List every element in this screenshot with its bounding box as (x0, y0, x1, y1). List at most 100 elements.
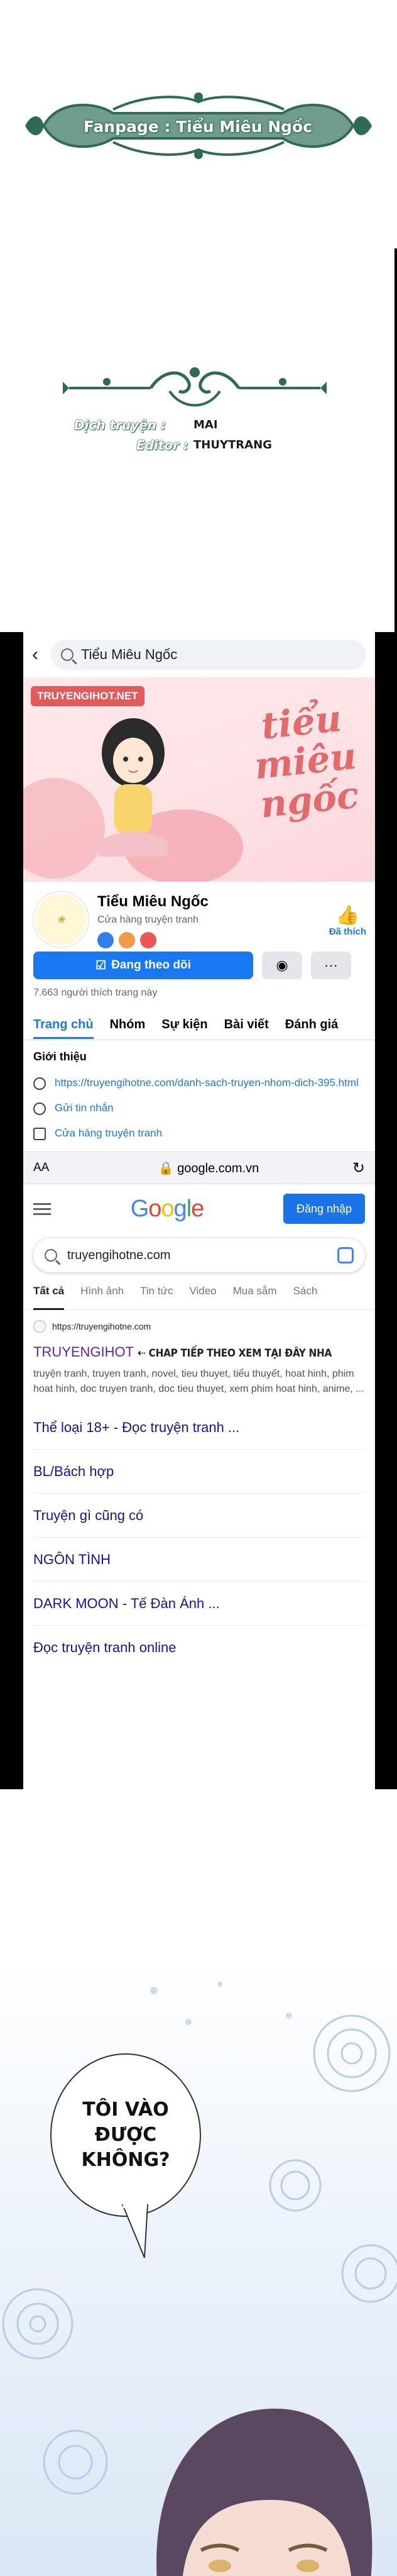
tab-images[interactable]: Hình ảnh (80, 1285, 124, 1309)
back-arrow-icon[interactable]: ‹ (32, 644, 51, 665)
google-search-box[interactable]: truyengihotne.com (33, 1238, 365, 1272)
sitelink[interactable]: NGÔN TÌNH (33, 1538, 365, 1582)
google-tabs: Tất cả Hình ảnh Tin tức Video Mua sắm Sá… (23, 1285, 375, 1310)
messenger-button[interactable]: ◉ (262, 952, 302, 979)
bubble-line3: KHÔNG? (81, 2149, 170, 2171)
shop-icon (33, 1128, 46, 1140)
fanpage-banner: Fanpage : Tiểu Miêu Ngốc (19, 88, 378, 164)
editor-value: THUYTRANG (193, 438, 272, 452)
google-logo: Google (130, 1195, 205, 1222)
tab-reviews[interactable]: Đánh giá (285, 1018, 338, 1032)
fb-topbar: ‹ Tiểu Miêu Ngốc (23, 632, 375, 677)
tab-home[interactable]: Trang chủ (33, 1018, 94, 1039)
intro-category[interactable]: Cửa hàng truyện tranh (55, 1126, 162, 1140)
star-badge-icon[interactable] (140, 932, 156, 948)
result-description: truyện tranh, truyen tranh, novel, tieu … (33, 1368, 364, 1394)
sitelink[interactable]: Đọc truyện tranh online (33, 1626, 365, 1670)
tab-news[interactable]: Tin tức (140, 1285, 173, 1309)
following-button[interactable]: ☑ Đang theo dõi (33, 952, 253, 979)
tab-all[interactable]: Tất cả (33, 1285, 65, 1310)
menu-icon[interactable] (33, 1200, 51, 1218)
bubble-line1: TÔI VÀO (82, 2099, 169, 2121)
signin-button[interactable]: Đăng nhập (283, 1194, 365, 1224)
tab-posts[interactable]: Bài viết (224, 1018, 269, 1032)
messenger-icon (33, 1102, 46, 1115)
messenger-badge-icon[interactable] (97, 932, 114, 948)
shop-badge-icon[interactable] (119, 932, 135, 948)
bubble-line2: ĐƯỢC (94, 2124, 157, 2146)
speech-bubble-tail (121, 2204, 149, 2258)
cover-title-line3: ngốc (258, 773, 361, 826)
browser-address-bar: AA 🔒 google.com.vn ↻ (23, 1152, 375, 1184)
google-search-value: truyengihotne.com (67, 1248, 171, 1262)
phone-screenshot: ‹ Tiểu Miêu Ngốc TRUYENGIHOT.NET tiểu mi… (0, 632, 397, 1789)
search-icon (45, 1249, 57, 1262)
following-label: Đang theo dõi (111, 958, 191, 972)
result-title-row[interactable]: TRUYENGIHOT ⇠ CHAP TIẾP THEO XEM TẠI ĐÂY… (33, 1344, 365, 1360)
translator-value: MAI (193, 418, 218, 431)
intro-link[interactable]: https://truyengihotne.com/danh-sach-truy… (55, 1076, 359, 1090)
more-button[interactable]: ··· (311, 952, 351, 979)
tab-books[interactable]: Sách (293, 1285, 318, 1309)
address-url: google.com.vn (177, 1161, 259, 1175)
cover-character-illustration (99, 718, 168, 857)
result-site-url: https://truyengihotne.com (52, 1321, 151, 1331)
character-illustration (156, 2408, 373, 2576)
fb-search-value: Tiểu Miêu Ngốc (81, 647, 178, 662)
badge-row (97, 932, 365, 948)
reload-icon[interactable]: ↻ (346, 1159, 365, 1177)
editor-row: Editor : THUYTRANG (74, 435, 272, 455)
search-result: https://truyengihotne.com TRUYENGIHOT ⇠ … (23, 1310, 375, 1397)
tab-events[interactable]: Sự kiện (161, 1018, 207, 1032)
lens-camera-icon[interactable] (337, 1247, 354, 1263)
intro-category-row[interactable]: Cửa hàng truyện tranh (33, 1126, 365, 1140)
favicon-icon (33, 1320, 46, 1333)
result-site[interactable]: https://truyengihotne.com (33, 1320, 365, 1333)
intro-heading: Giới thiệu (33, 1050, 87, 1063)
intro-message-row[interactable]: Gửi tin nhắn (33, 1101, 365, 1115)
more-dots-icon: ··· (324, 957, 338, 973)
messenger-icon: ◉ (276, 957, 288, 973)
page-actions: ☑ Đang theo dõi ◉ ··· (23, 947, 375, 984)
result-title-note: ⇠ CHAP TIẾP THEO XEM TẠI ĐÂY NHA (138, 1347, 332, 1360)
sitelink[interactable]: Thể loại 18+ - Đọc truyện tranh ... (33, 1406, 365, 1450)
tab-video[interactable]: Video (189, 1285, 216, 1309)
liked-indicator[interactable]: 👍 Đã thích (329, 904, 366, 937)
credits-block: Dịch truyện : MAI Editor : THUYTRANG (74, 415, 272, 455)
likes-count: 7.663 người thích trang này (33, 987, 158, 998)
sitelink[interactable]: Truyện gì cũng có (33, 1494, 365, 1538)
manga-panel: TÔI VÀO ĐƯỢC KHÔNG? (0, 1789, 397, 2576)
address-field[interactable]: 🔒 google.com.vn (71, 1160, 346, 1176)
editor-key: Editor : (136, 438, 188, 453)
speech-bubble: TÔI VÀO ĐƯỢC KHÔNG? (50, 2053, 201, 2217)
globe-icon (33, 1077, 46, 1090)
tab-groups[interactable]: Nhóm (110, 1018, 146, 1032)
fb-search-field[interactable]: Tiểu Miêu Ngốc (51, 640, 366, 670)
page-avatar[interactable]: ❀ (33, 892, 89, 947)
sitelinks: Thể loại 18+ - Đọc truyện tranh ... BL/B… (23, 1406, 375, 1670)
fanpage-label: Fanpage : Tiểu Miêu Ngốc (83, 117, 313, 136)
checkmark-icon: ☑ (95, 958, 107, 972)
search-icon (61, 648, 73, 661)
phone-screen: ‹ Tiểu Miêu Ngốc TRUYENGIHOT.NET tiểu mi… (23, 632, 375, 1789)
page-category: Cửa hàng truyện tranh (97, 914, 199, 925)
translator-key: Dịch truyện : (74, 418, 166, 433)
page-name[interactable]: Tiểu Miêu Ngốc (97, 893, 365, 911)
divider-ornament (63, 367, 327, 407)
result-title[interactable]: TRUYENGIHOT (33, 1344, 134, 1360)
google-header: Google Đăng nhập (23, 1184, 375, 1233)
tab-shopping[interactable]: Mua sắm (233, 1285, 277, 1309)
intro-message[interactable]: Gửi tin nhắn (55, 1101, 114, 1115)
thumbs-up-icon: 👍 (335, 905, 360, 926)
text-size-button[interactable]: AA (33, 1161, 71, 1175)
page-tabs: Trang chủ Nhóm Sự kiện Bài viết Đánh giá (23, 1010, 375, 1040)
sitelink[interactable]: DARK MOON - Tế Đàn Ánh ... (33, 1582, 365, 1626)
edge-bar (394, 248, 397, 638)
intro-section: Giới thiệu https://truyengihotne.com/dan… (23, 1040, 375, 1140)
liked-label: Đã thích (329, 926, 366, 937)
translator-row: Dịch truyện : MAI (74, 415, 272, 435)
cover-title: tiểu miêu ngốc (248, 697, 362, 826)
sitelink[interactable]: BL/Bách hợp (33, 1450, 365, 1494)
intro-link-row[interactable]: https://truyengihotne.com/danh-sach-truy… (33, 1076, 365, 1090)
cover-photo[interactable]: TRUYENGIHOT.NET tiểu miêu ngốc (23, 677, 375, 882)
